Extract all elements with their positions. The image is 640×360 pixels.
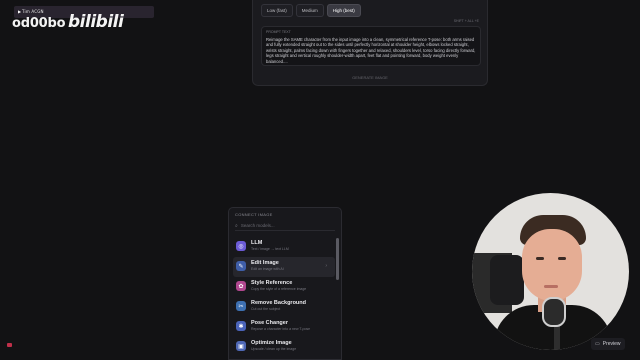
menu-item-optimize-image[interactable]: ▣ Optimize Image Upscale / clean up the … — [233, 337, 335, 357]
quality-medium-button[interactable]: Medium — [295, 4, 324, 17]
quality-selector: Low (fast) Medium High (best) — [261, 4, 361, 17]
recording-indicator — [7, 343, 12, 347]
webcam-overlay — [472, 193, 629, 350]
menu-item-title: Optimize Image — [251, 340, 292, 346]
menu-item-title: Style Reference — [251, 280, 293, 286]
menu-scrollbar[interactable] — [336, 238, 339, 280]
menu-header: CONNECT IMAGE — [235, 212, 273, 217]
menu-item-desc: Copy the style of a reference image — [251, 287, 307, 291]
menu-item-llm[interactable]: ◎ LLM Text / image → text LLM — [233, 237, 335, 257]
menu-search: ⌕ — [235, 221, 335, 231]
menu-item-title: LLM — [251, 240, 263, 246]
menu-item-title: Remove Background — [251, 300, 307, 306]
menu-item-title: Edit Image — [251, 260, 279, 266]
bilibili-logo: bilibili — [68, 12, 124, 32]
generate-image-button[interactable]: GENERATE IMAGE — [253, 75, 487, 80]
prompt-textarea[interactable]: PROMPT TEXT Reimage the SAME character f… — [261, 26, 481, 66]
menu-item-desc: Repose a character into a new T-pose — [251, 327, 311, 331]
preview-button[interactable]: ▭ Preview — [591, 338, 625, 350]
microphone-icon — [542, 297, 566, 327]
menu-item-style-reference[interactable]: ✿ Style Reference Copy the style of a re… — [233, 277, 335, 297]
style-reference-icon: ✿ — [236, 281, 246, 291]
live-label: Tim ACGN — [22, 9, 44, 14]
quality-low-button[interactable]: Low (fast) — [261, 4, 293, 17]
preview-label: Preview — [602, 341, 621, 347]
menu-item-desc: Edit an image with AI — [251, 267, 284, 271]
search-input[interactable] — [240, 223, 326, 228]
prompt-text[interactable]: Reimage the SAME character from the inpu… — [266, 37, 478, 65]
play-icon: ▶ — [18, 9, 22, 14]
connect-image-menu: CONNECT IMAGE ⌕ ◎ LLM Text / image → tex… — [228, 207, 342, 360]
menu-item-title: Pose Changer — [251, 320, 288, 326]
prompt-label: PROMPT TEXT — [266, 30, 291, 34]
menu-item-edit-image[interactable]: ✎ Edit Image Edit an image with AI › — [233, 257, 335, 277]
remove-background-icon: ✂ — [236, 301, 246, 311]
menu-item-desc: Cut out the subject — [251, 307, 281, 311]
llm-icon: ◎ — [236, 241, 246, 251]
menu-item-remove-background[interactable]: ✂ Remove Background Cut out the subject — [233, 297, 335, 317]
menu-list: ◎ LLM Text / image → text LLM ✎ Edit Ima… — [233, 237, 335, 357]
menu-item-desc: Text / image → text LLM — [251, 247, 289, 251]
chevron-right-icon: › — [325, 263, 327, 269]
menu-item-pose-changer[interactable]: ✱ Pose Changer Repose a character into a… — [233, 317, 335, 337]
optimize-image-icon: ▣ — [236, 341, 246, 351]
menu-item-desc: Upscale / clean up the image — [251, 347, 297, 351]
quality-high-button[interactable]: High (best) — [326, 4, 361, 17]
preview-icon: ▭ — [595, 341, 600, 347]
shortcut-hint: SHIFT + ALL +E — [453, 19, 479, 23]
pose-changer-icon: ✱ — [236, 321, 246, 331]
image-settings-panel: Low (fast) Medium High (best) SHIFT + AL… — [252, 0, 488, 86]
edit-image-icon: ✎ — [236, 261, 246, 271]
channel-name: od00bo — [12, 16, 66, 31]
search-icon: ⌕ — [235, 222, 238, 229]
